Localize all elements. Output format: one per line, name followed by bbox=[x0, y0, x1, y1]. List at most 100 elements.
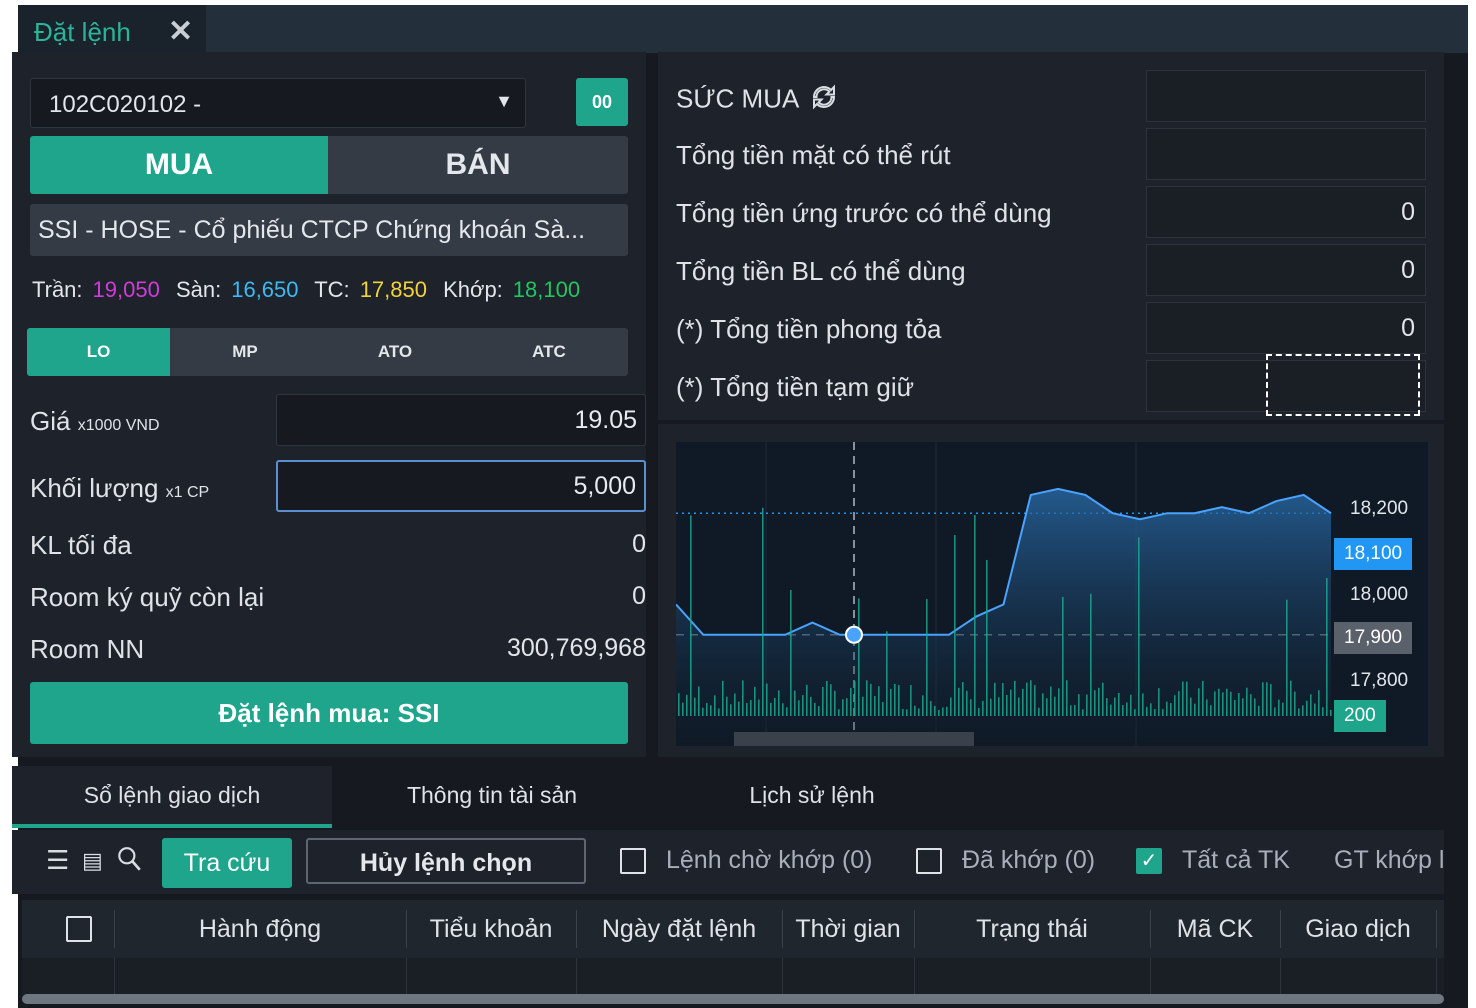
volume-bar bbox=[1182, 681, 1184, 716]
volume-bar bbox=[766, 683, 768, 716]
place-order-button[interactable]: Đặt lệnh mua: SSI bbox=[30, 682, 628, 744]
intraday-chart[interactable]: 18,200 18,100 18,000 17,900 17,800 200 bbox=[676, 442, 1428, 746]
list-icon[interactable]: ☰ bbox=[46, 845, 69, 876]
tab-order-book[interactable]: Sổ lệnh giao dịch bbox=[12, 766, 332, 828]
volume-bar bbox=[1230, 691, 1232, 716]
floor-price: 16,650 bbox=[231, 277, 299, 302]
col-action[interactable]: Hành động bbox=[114, 900, 406, 958]
volume-bar bbox=[1062, 596, 1064, 716]
symbol-input[interactable]: SSI - HOSE - Cổ phiếu CTCP Chứng khoán S… bbox=[30, 204, 628, 256]
volume-bar bbox=[938, 709, 940, 716]
y-label-18200: 18,200 bbox=[1350, 498, 1409, 519]
volume-bar bbox=[910, 685, 912, 716]
volume-bar bbox=[1278, 699, 1280, 716]
matched-checkbox[interactable] bbox=[916, 848, 942, 874]
volume-bar bbox=[1034, 685, 1036, 716]
volume-bar bbox=[1138, 537, 1140, 716]
horizontal-scrollbar[interactable] bbox=[22, 994, 1444, 1004]
volume-bar bbox=[1258, 705, 1260, 716]
qty-input[interactable]: 5,000 bbox=[276, 460, 646, 512]
refresh-icon[interactable] bbox=[809, 82, 839, 119]
volume-bar bbox=[874, 695, 876, 716]
volume-bar bbox=[1166, 701, 1168, 716]
volume-bar bbox=[878, 686, 880, 716]
col-symbol[interactable]: Mã CK bbox=[1150, 900, 1280, 958]
col-side[interactable]: Giao dịch bbox=[1280, 900, 1436, 958]
volume-bar bbox=[1194, 703, 1196, 716]
volume-bar bbox=[706, 702, 708, 716]
tab-order[interactable]: Đặt lệnh ✕ bbox=[18, 5, 206, 53]
volume-bar bbox=[930, 701, 932, 716]
price-label: Giá x1000 VND bbox=[30, 406, 160, 437]
volume-bar bbox=[742, 680, 744, 716]
volume-bar bbox=[818, 706, 820, 716]
volume-bar bbox=[1106, 698, 1108, 716]
volume-bar bbox=[1318, 690, 1320, 716]
volume-bar bbox=[750, 700, 752, 716]
volume-bar bbox=[758, 699, 760, 716]
volume-bar bbox=[1302, 705, 1304, 716]
col-status[interactable]: Trạng thái bbox=[914, 900, 1150, 958]
order-type-lo[interactable]: LO bbox=[27, 328, 170, 376]
volume-bar bbox=[1078, 694, 1080, 716]
volume-bar bbox=[1086, 694, 1088, 716]
volume-bar bbox=[1054, 696, 1056, 716]
volume-bar bbox=[722, 680, 724, 716]
volume-bar bbox=[998, 697, 1000, 716]
volume-bar bbox=[830, 684, 832, 716]
search-icon[interactable] bbox=[116, 845, 142, 880]
volume-bar bbox=[986, 559, 988, 716]
volume-bar bbox=[1198, 688, 1200, 716]
volume-bar bbox=[698, 686, 700, 716]
volume-bar bbox=[1098, 687, 1100, 716]
ref-price-badge: 17,900 bbox=[1334, 622, 1413, 654]
order-type-mp[interactable]: MP bbox=[170, 328, 320, 376]
col-order-date[interactable]: Ngày đặt lệnh bbox=[576, 900, 782, 958]
close-icon[interactable]: ✕ bbox=[168, 14, 193, 49]
margin-room-value: 0 bbox=[632, 582, 646, 610]
col-subaccount[interactable]: Tiểu khoản bbox=[406, 900, 576, 958]
volume-bar bbox=[1090, 593, 1092, 716]
account-select[interactable]: 102C020102 - ▼ bbox=[30, 78, 526, 128]
tab-assets[interactable]: Thông tin tài sản bbox=[332, 766, 652, 828]
time-label-box bbox=[734, 732, 974, 746]
crosshair-point bbox=[845, 625, 863, 644]
matched-value-label: GT khớp l bbox=[1334, 846, 1445, 874]
ceil-label: Trần: bbox=[32, 277, 83, 302]
focus-outline bbox=[1266, 354, 1420, 416]
sell-button[interactable]: BÁN bbox=[328, 136, 628, 194]
search-button[interactable]: Tra cứu bbox=[162, 838, 292, 888]
volume-bar bbox=[954, 534, 956, 716]
cancel-selected-button[interactable]: Hủy lệnh chọn bbox=[306, 838, 586, 884]
volume-bar bbox=[726, 696, 728, 716]
volume-bar bbox=[778, 690, 780, 716]
volume-bar bbox=[898, 685, 900, 716]
volume-bar bbox=[950, 697, 952, 716]
volume-bar bbox=[798, 700, 800, 716]
foreign-room-value: 300,769,968 bbox=[506, 634, 646, 662]
volume-bar bbox=[1126, 702, 1128, 716]
tab-order-history[interactable]: Lịch sử lệnh bbox=[652, 766, 972, 828]
volume-bar bbox=[1254, 698, 1256, 716]
col-time[interactable]: Thời gian bbox=[782, 900, 914, 958]
qty-label-text: Khối lượng bbox=[30, 473, 159, 503]
price-input[interactable]: 19.05 bbox=[276, 394, 646, 446]
volume-bar bbox=[974, 515, 976, 716]
volume-bar bbox=[1322, 707, 1324, 716]
buy-button[interactable]: MUA bbox=[30, 136, 328, 194]
oo-button[interactable]: 00 bbox=[576, 78, 628, 126]
volume-bar bbox=[710, 705, 712, 716]
volume-bar bbox=[814, 702, 816, 716]
volume-bar bbox=[1326, 578, 1328, 716]
pending-checkbox[interactable] bbox=[620, 848, 646, 874]
volume-bar bbox=[1114, 697, 1116, 716]
guarantee-label: Tổng tiền BL có thể dùng bbox=[676, 256, 966, 286]
all-accounts-checkbox[interactable]: ✓ bbox=[1136, 848, 1162, 874]
volume-bar bbox=[906, 709, 908, 716]
order-type-ato[interactable]: ATO bbox=[320, 328, 470, 376]
select-all-checkbox[interactable] bbox=[66, 916, 92, 942]
table-row bbox=[22, 958, 1444, 994]
excel-icon[interactable]: ▤ bbox=[82, 848, 103, 874]
volume-bar bbox=[782, 703, 784, 716]
order-type-atc[interactable]: ATC bbox=[470, 328, 628, 376]
